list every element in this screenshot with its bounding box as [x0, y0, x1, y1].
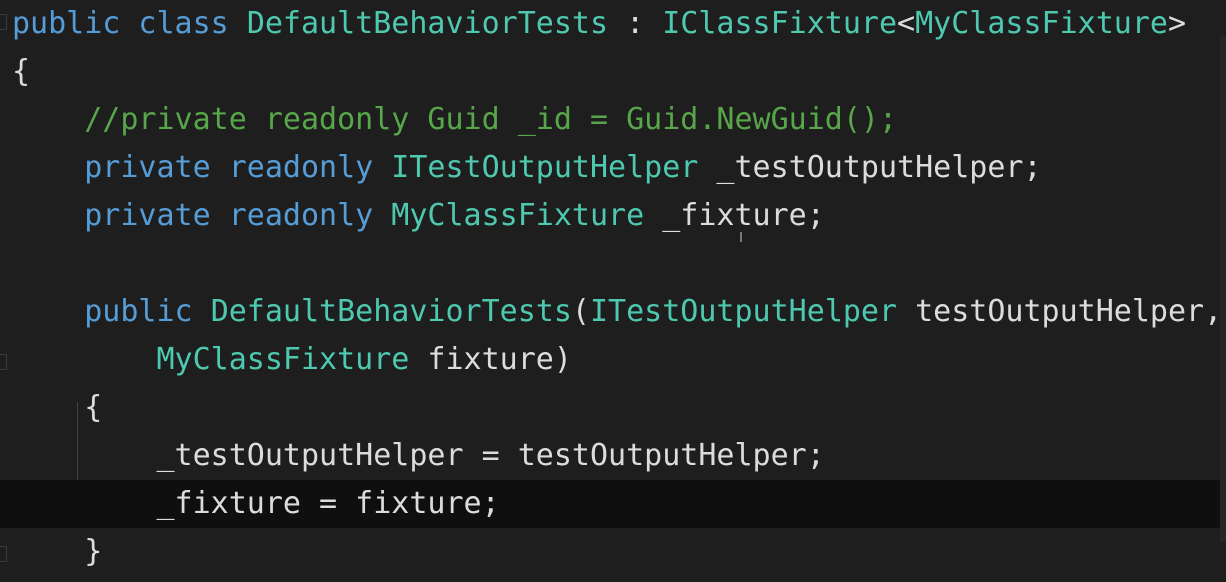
- code-token-plain: }: [12, 534, 103, 569]
- code-token-plain: {: [12, 54, 31, 89]
- code-token-keyword: public class: [12, 6, 247, 41]
- mouse-cursor-ibeam: [740, 232, 742, 242]
- code-token-type: MyClassFixture: [915, 6, 1168, 41]
- code-line[interactable]: MyClassFixture fixture): [0, 336, 1226, 384]
- code-token-keyword: public: [12, 294, 211, 329]
- code-token-plain: {: [12, 390, 103, 425]
- code-line[interactable]: _fixture = fixture;: [0, 480, 1226, 528]
- code-lines[interactable]: public class DefaultBehaviorTests : ICla…: [0, 0, 1226, 576]
- code-token-type: DefaultBehaviorTests: [210, 294, 572, 329]
- code-line[interactable]: private readonly ITestOutputHelper _test…: [0, 144, 1226, 192]
- code-token-plain: fixture): [409, 342, 572, 377]
- code-token-type: ITestOutputHelper: [589, 294, 898, 329]
- code-line[interactable]: //private readonly Guid _id = Guid.NewGu…: [0, 96, 1226, 144]
- code-line[interactable]: public class DefaultBehaviorTests : ICla…: [0, 0, 1226, 48]
- code-line[interactable]: private readonly MyClassFixture _fixture…: [0, 192, 1226, 240]
- code-token-plain: (: [571, 294, 590, 329]
- code-token-plain: :: [608, 6, 663, 41]
- code-editor[interactable]: public class DefaultBehaviorTests : ICla…: [0, 0, 1226, 582]
- code-token-type: IClassFixture: [662, 6, 898, 41]
- vertical-scrollbar[interactable]: [1220, 36, 1226, 542]
- code-token-type: ITestOutputHelper: [391, 150, 699, 185]
- code-token-plain: _fixture;: [644, 198, 825, 233]
- code-token-keyword: private readonly: [12, 150, 392, 185]
- code-line[interactable]: [0, 240, 1226, 288]
- code-token-type: MyClassFixture: [156, 342, 410, 377]
- code-token-comment: //private readonly Guid _id = Guid.NewGu…: [12, 102, 898, 137]
- code-token-type: DefaultBehaviorTests: [246, 6, 609, 41]
- code-line[interactable]: {: [0, 48, 1226, 96]
- code-token-plain: <: [897, 6, 916, 41]
- code-token-plain: _fixture = fixture;: [12, 486, 500, 521]
- code-token-plain: _testOutputHelper;: [698, 150, 1042, 185]
- code-token-plain: testOutputHelper,: [897, 294, 1223, 329]
- code-line[interactable]: }: [0, 528, 1226, 576]
- code-line[interactable]: {: [0, 384, 1226, 432]
- code-line[interactable]: public DefaultBehaviorTests(ITestOutputH…: [0, 288, 1226, 336]
- code-token-keyword: private readonly: [12, 198, 392, 233]
- code-token-plain: >: [1167, 6, 1187, 41]
- code-token-plain: _testOutputHelper = testOutputHelper;: [12, 438, 825, 473]
- code-token-type: MyClassFixture: [391, 198, 645, 233]
- code-line[interactable]: _testOutputHelper = testOutputHelper;: [0, 432, 1226, 480]
